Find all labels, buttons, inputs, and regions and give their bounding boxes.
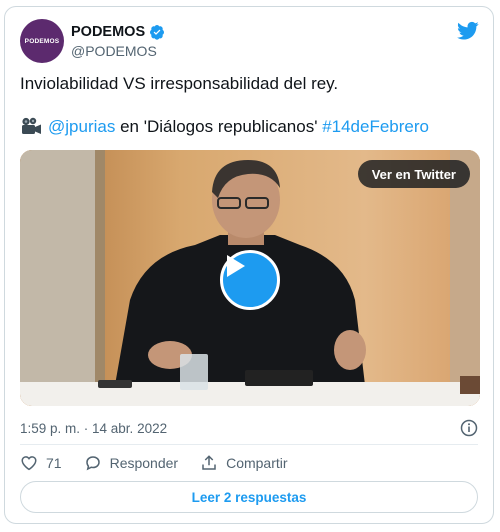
reply-button[interactable]: Responder [84, 454, 179, 472]
account-handle[interactable]: @PODEMOS [71, 43, 157, 59]
avatar-text: PODEMOS [24, 37, 60, 45]
name-row: PODEMOS [71, 24, 165, 40]
heart-icon [21, 456, 37, 471]
mention-link[interactable]: @jpurias [48, 117, 115, 136]
play-icon [227, 255, 245, 277]
info-icon[interactable] [460, 419, 478, 437]
share-icon [202, 455, 216, 470]
tweet-actions: 71 Responder Compartir [20, 454, 310, 472]
account-name[interactable]: PODEMOS [71, 24, 145, 40]
tweet-text-middle: en 'Diálogos republicanos' [115, 117, 323, 136]
verified-badge-icon [150, 25, 165, 40]
twitter-bird-icon[interactable] [457, 21, 479, 41]
divider [20, 444, 478, 445]
tweet-card: PODEMOS PODEMOS @PODEMOS Inviolabilidad … [4, 6, 494, 524]
avatar[interactable]: PODEMOS [20, 19, 64, 63]
read-replies-button[interactable]: Leer 2 respuestas [20, 481, 478, 513]
play-button[interactable] [220, 250, 280, 310]
like-count: 71 [46, 455, 62, 471]
comment-icon [85, 456, 100, 471]
hashtag-link[interactable]: #14deFebrero [322, 117, 429, 136]
view-on-twitter-button[interactable]: Ver en Twitter [357, 160, 470, 188]
tweet-meta-row: 1:59 p. m. · 14 abr. 2022 [20, 419, 478, 437]
reply-label: Responder [109, 455, 179, 471]
tweet-text-line1: Inviolabilidad VS irresponsabilidad del … [20, 74, 339, 93]
video-thumbnail[interactable]: Ver en Twitter [20, 150, 480, 406]
movie-camera-icon [22, 117, 41, 134]
like-button[interactable]: 71 [20, 454, 62, 472]
share-button[interactable]: Compartir [200, 454, 288, 472]
tweet-text-line2: @jpurias en 'Diálogos republicanos' #14d… [20, 117, 429, 137]
tweet-timestamp[interactable]: 1:59 p. m. · 14 abr. 2022 [20, 421, 167, 436]
share-label: Compartir [226, 455, 288, 471]
